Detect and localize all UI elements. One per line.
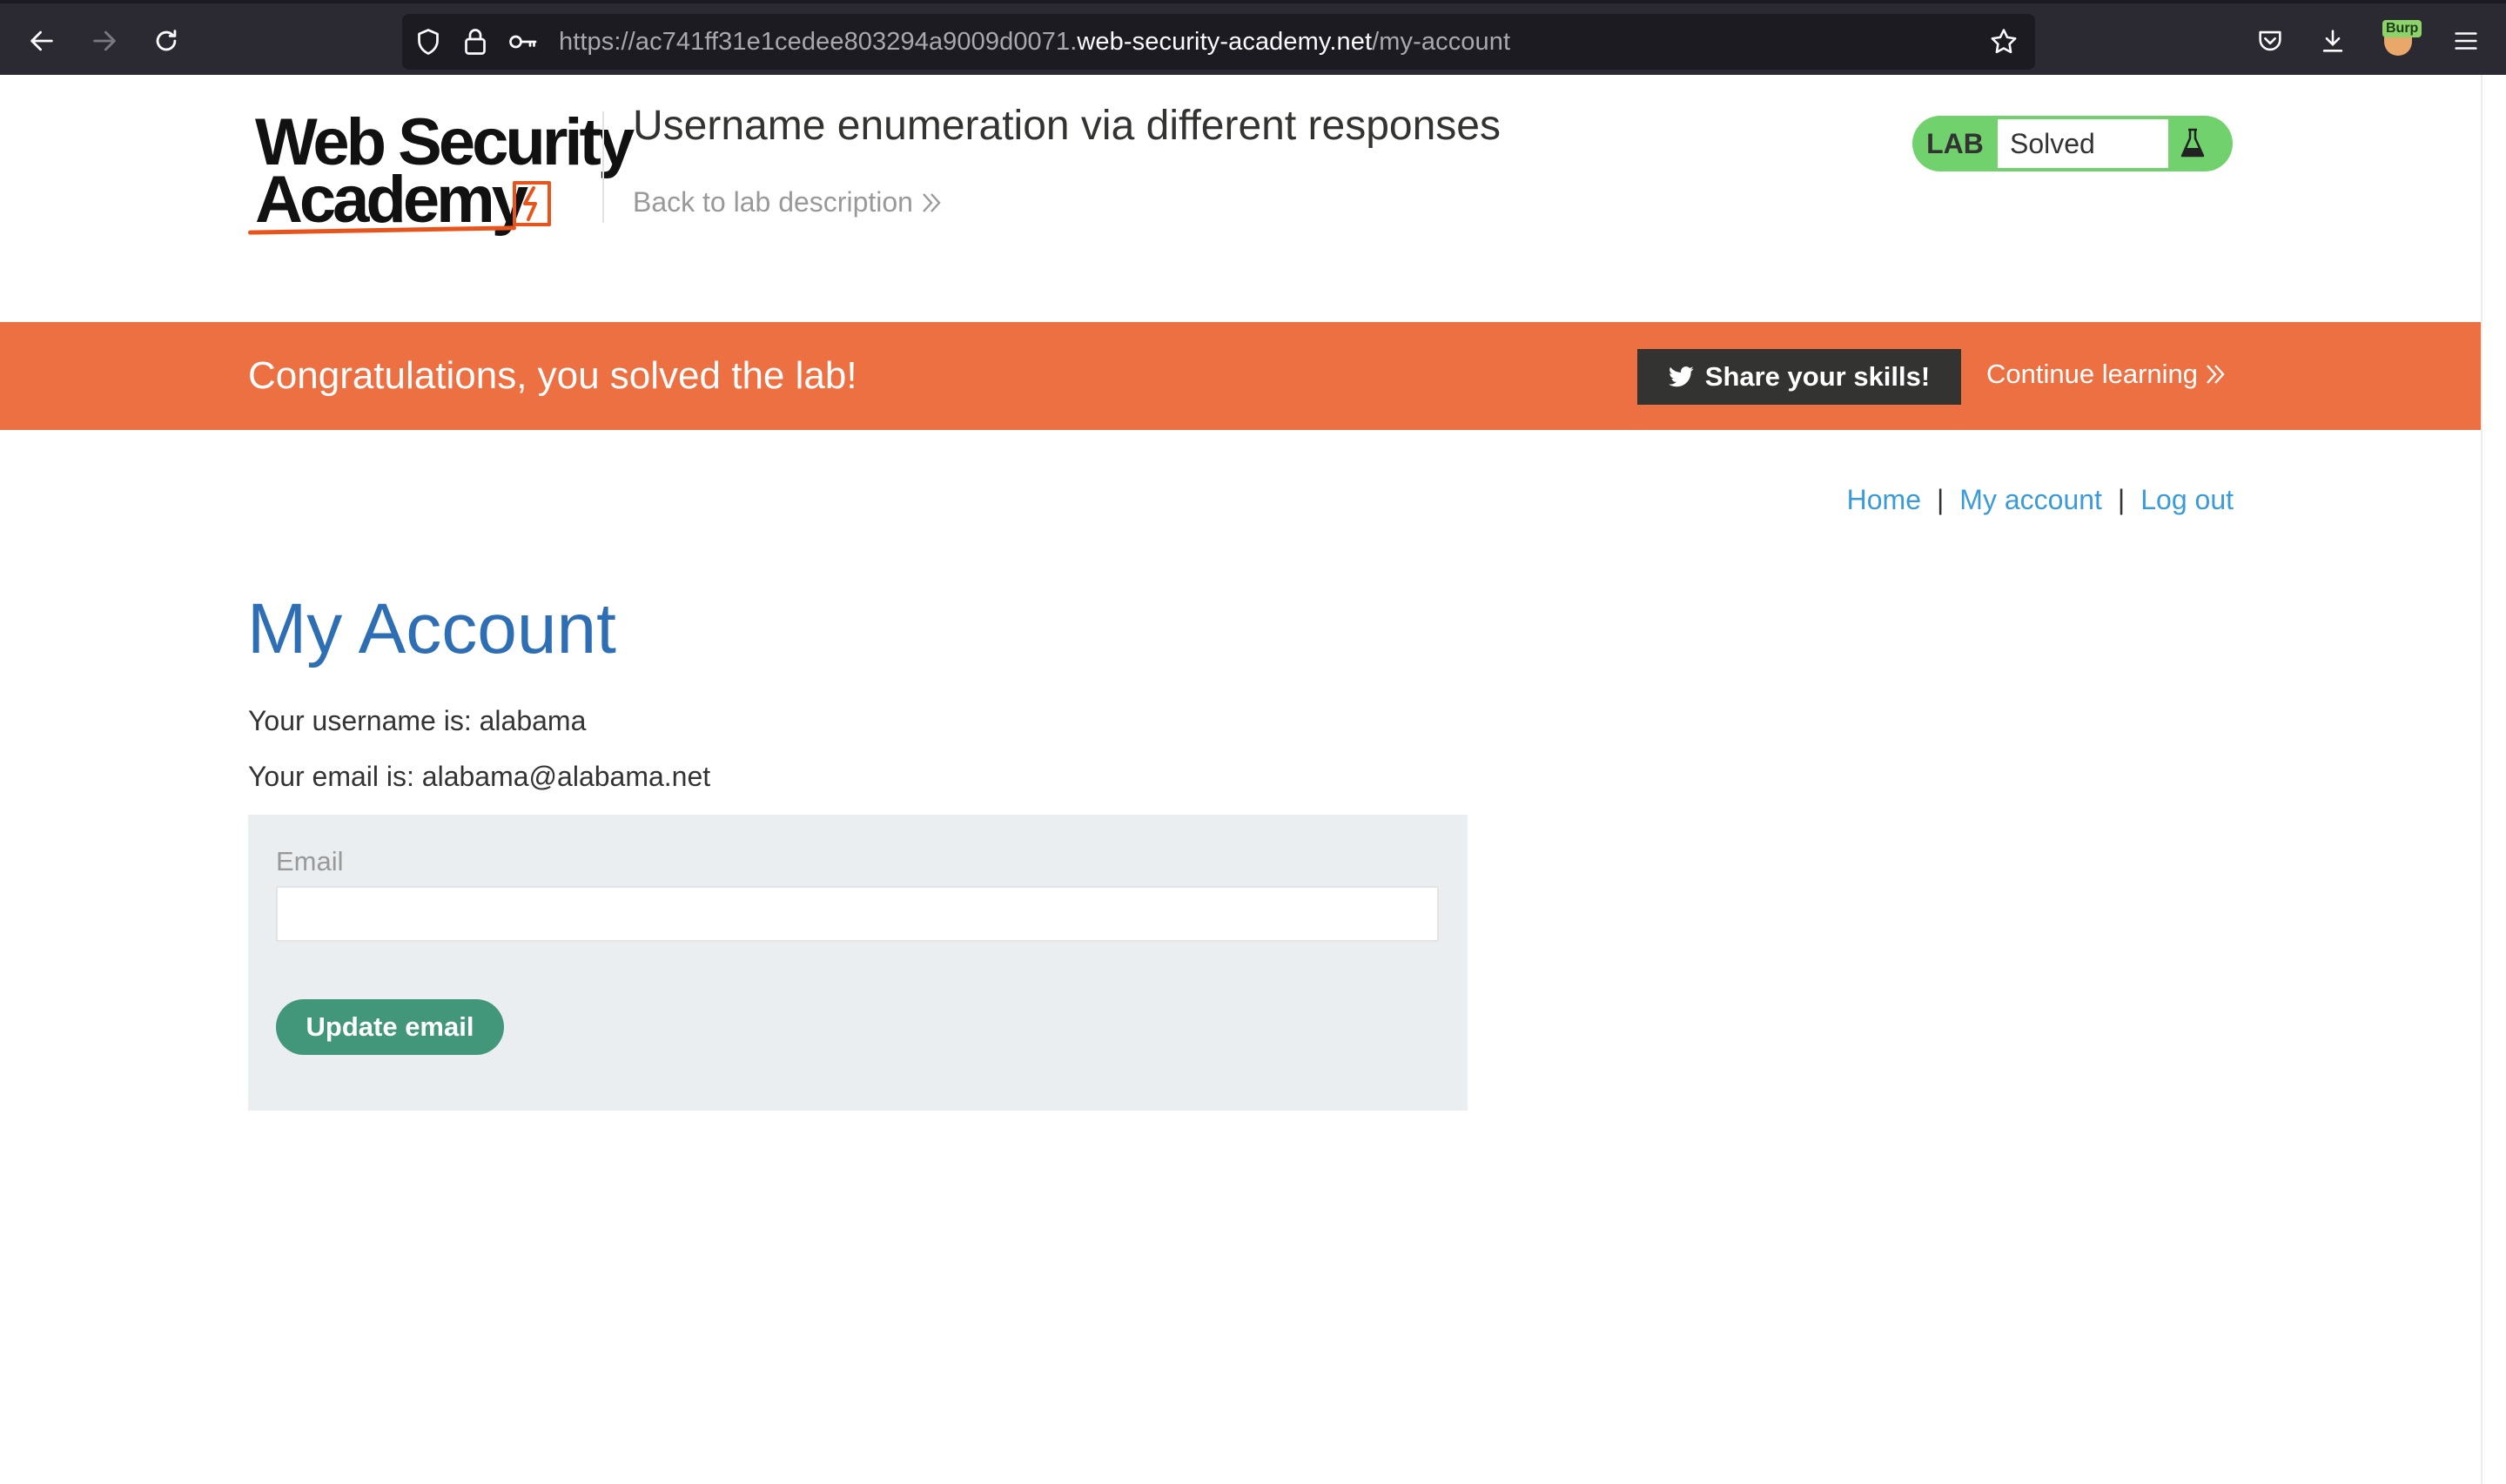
downloads-icon[interactable] bbox=[2315, 23, 2351, 59]
username-info: Your username is: alabama bbox=[248, 705, 587, 736]
nav-separator: | bbox=[1936, 484, 1945, 515]
back-link-label: Back to lab description bbox=[633, 186, 913, 218]
lab-status-widget: LAB Solved bbox=[1912, 116, 2233, 171]
flask-icon bbox=[2180, 128, 2205, 158]
continue-learning-label: Continue learning bbox=[1986, 359, 2199, 389]
banner-message: Congratulations, you solved the lab! bbox=[248, 354, 857, 397]
nav-home-link[interactable]: Home bbox=[1847, 484, 1921, 516]
share-button-label: Share your skills! bbox=[1704, 361, 1931, 392]
nav-my-account-link[interactable]: My account bbox=[1959, 484, 2102, 516]
address-bar[interactable]: https://ac741ff31e1cedee803294a9009d0071… bbox=[402, 14, 2035, 70]
reload-icon[interactable] bbox=[148, 23, 185, 59]
lab-status-text: Solved bbox=[1998, 119, 2168, 168]
top-navigation: Home | My account | Log out bbox=[1847, 484, 2234, 516]
double-chevron-right-icon bbox=[923, 192, 941, 212]
logo-lightning-icon bbox=[513, 181, 551, 226]
change-email-form: Email Update email bbox=[248, 815, 1468, 1111]
burp-badge: Burp bbox=[2382, 20, 2422, 37]
lab-tag: LAB bbox=[1926, 127, 1984, 159]
nav-separator: | bbox=[2117, 484, 2126, 515]
bookmark-star-icon[interactable] bbox=[1988, 26, 2019, 57]
congratulations-banner: Congratulations, you solved the lab! Sha… bbox=[0, 322, 2481, 430]
twitter-icon bbox=[1668, 366, 1694, 387]
email-info: Your email is: alabama@alabama.net bbox=[248, 761, 711, 792]
double-chevron-right-icon bbox=[2207, 365, 2225, 384]
menu-hamburger-icon[interactable] bbox=[2448, 23, 2484, 59]
email-input[interactable] bbox=[276, 886, 1439, 942]
page-title: My Account bbox=[247, 589, 616, 668]
update-email-button[interactable]: Update email bbox=[276, 999, 504, 1055]
url-text[interactable]: https://ac741ff31e1cedee803294a9009d0071… bbox=[559, 28, 1510, 57]
key-icon[interactable] bbox=[507, 26, 538, 57]
lab-title: Username enumeration via different respo… bbox=[633, 103, 1501, 149]
nav-log-out-link[interactable]: Log out bbox=[2140, 484, 2234, 516]
back-arrow-icon[interactable] bbox=[24, 23, 60, 59]
page-scrollbar[interactable] bbox=[2481, 75, 2506, 1484]
web-security-academy-logo[interactable]: Web Security Academy bbox=[247, 106, 635, 245]
share-your-skills-button[interactable]: Share your skills! bbox=[1637, 349, 1961, 405]
header-divider bbox=[602, 111, 604, 223]
shield-icon[interactable] bbox=[413, 26, 444, 57]
pocket-icon[interactable] bbox=[2252, 23, 2288, 59]
back-to-lab-description-link[interactable]: Back to lab description bbox=[633, 186, 943, 218]
forward-arrow-icon[interactable] bbox=[86, 23, 123, 59]
continue-learning-link[interactable]: Continue learning bbox=[1986, 359, 2226, 390]
email-field-label: Email bbox=[276, 846, 344, 876]
lock-icon[interactable] bbox=[460, 26, 491, 57]
browser-toolbar: https://ac741ff31e1cedee803294a9009d0071… bbox=[0, 0, 2506, 75]
url-domain: web-security-academy.net bbox=[1077, 28, 1373, 56]
